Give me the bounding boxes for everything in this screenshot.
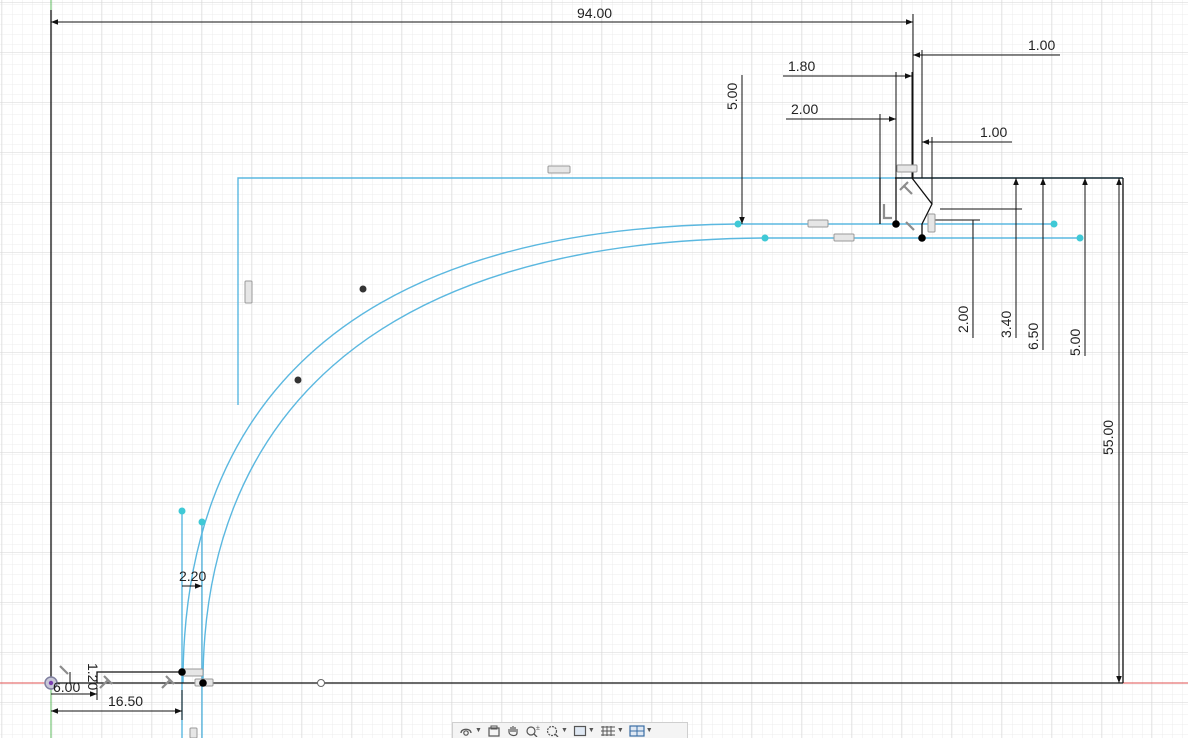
grid-settings-button[interactable]: ▼ [599,724,625,738]
grid-icon [600,725,615,736]
horizontal-constraint-icon [896,164,918,173]
dim-vertical-340[interactable]: 3.40 [998,311,1014,338]
look-at-button[interactable] [486,724,502,738]
grid [0,0,1188,738]
orbit-icon [460,728,472,736]
dim-vertical-500-top[interactable]: 5.00 [724,83,740,110]
viewports-icon [629,724,645,737]
dim-mid-100[interactable]: 1.00 [980,124,1007,140]
dim-top-200[interactable]: 2.00 [791,101,818,117]
dim-vertical-650[interactable]: 6.50 [1025,323,1041,350]
dim-vertical-500-right[interactable]: 5.00 [1067,329,1083,356]
orbit-button[interactable]: ▼ [457,724,483,738]
vertical-constraint-icon [244,280,253,304]
sketch-canvas[interactable]: 94.00 1.80 1.00 2.00 1.00 5.00 2.00 3.40… [0,0,1188,738]
pan-button[interactable] [505,724,521,738]
horizontal-constraint-icon [547,165,571,174]
dim-bottom-600[interactable]: 6.00 [53,679,80,695]
zoom-button[interactable]: ± [524,724,542,738]
dim-top-100[interactable]: 1.00 [1028,37,1055,53]
display-settings-icon [573,725,586,736]
pan-hand-icon [508,725,518,736]
display-settings-button[interactable]: ▼ [572,724,596,738]
horizontal-constraint-icon [807,219,829,228]
look-at-icon [488,725,500,737]
dim-overall-height[interactable]: 55.00 [1100,420,1116,455]
zoom-icon: ± [526,725,540,737]
horizontal-constraint-icon [833,233,855,242]
dim-bottom-220[interactable]: 2.20 [179,568,206,584]
vertical-constraint-icon [189,727,198,738]
zoom-window-icon [546,725,559,737]
dim-bottom-1650[interactable]: 16.50 [108,693,143,709]
dim-vertical-200[interactable]: 2.00 [955,306,971,333]
svg-text:±: ± [536,725,540,732]
vertical-constraint-icon [927,213,936,233]
zoom-window-button[interactable]: ▼ [545,724,569,738]
dim-top-180[interactable]: 1.80 [788,58,815,74]
dim-bottom-120[interactable]: 1.20 [85,663,101,690]
viewports-button[interactable]: ▼ [628,724,654,738]
dim-overall-width[interactable]: 94.00 [577,5,612,21]
navigation-toolbar: ▼ ± ▼ ▼ ▼ ▼ [452,722,688,738]
horizontal-constraint-icon [182,668,204,677]
